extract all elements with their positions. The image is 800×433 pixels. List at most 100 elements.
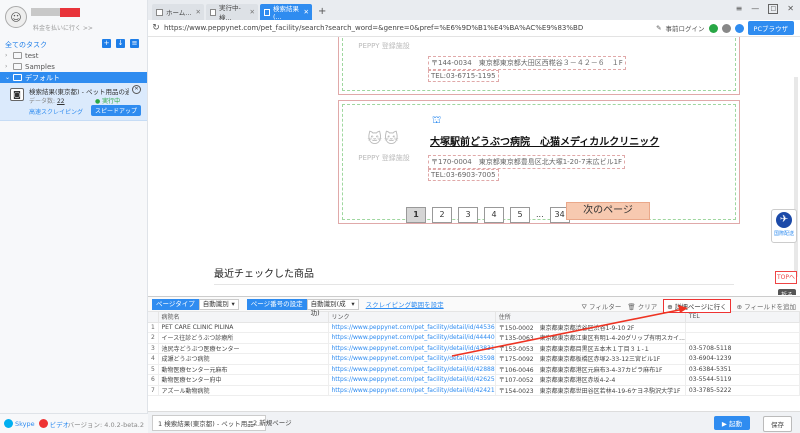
robot-icon: ◙ [10,88,24,101]
table-row[interactable]: 2 イース往診どうぶつ診療所 https://www.peppynet.com/pe… [148,332,800,344]
tab-home[interactable]: ホーム... ✕ [152,4,204,20]
page-button[interactable]: 4 [484,207,504,223]
user-avatar[interactable]: ☺ [5,6,27,28]
table-row[interactable]: 5 動物医療センター元麻布 https://www.peppynet.com/pet… [148,364,800,375]
close-icon[interactable]: ✕ [132,85,141,94]
column-header[interactable]: 病院名 [158,312,329,323]
folder-label: Samples [25,62,55,71]
table-cell: https://www.peppynet.com/pet_facility/de… [328,364,496,375]
info-icon[interactable] [734,23,744,33]
new-task-icon[interactable]: + [102,39,111,48]
table-cell: 5 [148,364,159,375]
page-tab-2[interactable]: 2 新規ページ [248,415,297,431]
page-num-select[interactable]: 自動識別(成功) ▾ [306,298,359,317]
international-shipping-widget[interactable]: ✈ 国際配送 [771,209,797,243]
import-icon[interactable]: ↓ [116,39,125,48]
url-field[interactable]: https://www.peppynet.com/pet_facility/se… [164,24,656,32]
detail-label: 詳細ページに行く [674,303,727,311]
table-row[interactable]: 3 池尻寺どうぶつ医療センター https://www.peppynet.com/p… [148,343,800,354]
clear-button[interactable]: 🗑 クリア [627,301,657,311]
table-cell: https://www.peppynet.com/pet_facility/de… [328,332,496,344]
table-cell: https://www.peppynet.com/pet_facility/de… [328,385,496,396]
browser-area: ホーム... ✕ 実行中-検... ✕ 検索結果(... ✕ + ≡ — □ ✕ ↻ … [148,0,800,433]
skype-label: Skype [15,419,35,428]
scrape-range-link[interactable]: スクレイピング範囲を設定 [366,299,444,309]
table-cell: 03-6904-1239 [685,353,800,365]
add-field-button[interactable]: ⊕ フィールドを追加 [737,301,796,311]
settings-icon[interactable] [721,23,731,33]
close-window-icon[interactable]: ✕ [787,4,794,14]
tree-folder-default[interactable]: ⌄ デフォルト [0,72,147,83]
filter-button[interactable]: ⛛ フィルター [581,301,621,312]
close-icon[interactable]: ✕ [196,8,201,16]
table-row[interactable]: 4 成瀬どうぶつ病院 https://www.peppynet.com/pet_fa… [148,353,800,365]
page-button[interactable]: 3 [458,207,478,223]
reload-icon[interactable]: ↻ [148,23,164,33]
tab-search-result[interactable]: 検索結果(... ✕ [260,4,312,21]
cats-illustration: 🐱🐱 [367,131,401,147]
page-button[interactable]: 1 [406,207,426,223]
tree-folder-test[interactable]: › test [0,50,147,61]
table-cell [685,322,800,333]
pre-login-button[interactable]: 事前ログイン [666,23,705,33]
chevron-right-icon: › [5,52,8,59]
to-top-button[interactable]: TOPへ [775,271,797,284]
facility-name-link[interactable]: 大塚駅前どうぶつ病院 心猫メディカルクリニック [430,133,659,148]
brand-label: PEPPY 登録施設 [358,42,410,50]
tab-running[interactable]: 実行中-検... ✕ [206,4,258,22]
edit-icon[interactable]: ✎ [656,24,661,32]
close-icon[interactable]: ✕ [304,8,309,16]
task-title: 検索結果(東京都) - ペット用品の通販サイ... [29,88,129,96]
upgrade-link[interactable]: 料金を払いに行く >> [33,23,93,32]
menu-icon[interactable]: ≡ [736,4,743,14]
page-button[interactable]: 2 [432,207,452,223]
task-mode: 高速スクレイピング [29,109,84,116]
column-header[interactable]: 住所 [495,312,686,323]
task-toolbar: 全てのタスク + ↓ ≡ [0,38,147,50]
next-page-button[interactable]: 次のページ [566,202,650,220]
video-link[interactable]: ビデオ [38,419,69,429]
sidebar: ☺ 料金を払いに行く >> 全てのタスク + ↓ ≡ › test › Samp… [0,0,148,433]
globe-icon: ✈ [776,212,792,228]
new-tab-button[interactable]: + [314,4,330,20]
panel-toolbar: ページタイプ 自動識別 ▾ ページ番号の設定 自動識別(成功) ▾ スクレイピング範… [148,297,800,317]
speed-up-button[interactable]: スピードアップ [90,105,141,116]
page-button[interactable]: 5 [510,207,530,223]
table-row[interactable]: 6 動物医療センター府中 https://www.peppynet.com/pet_… [148,374,800,386]
status-icon[interactable] [708,23,718,33]
hospital-icon: ⛫ [432,115,442,126]
go-to-detail-page-button[interactable]: ⊕ 詳細ページに行く [663,299,731,313]
close-icon[interactable]: ✕ [250,8,255,16]
save-button[interactable]: 保存 [763,416,792,432]
all-tasks-label[interactable]: 全てのタスク [5,40,47,50]
task-card[interactable]: ◙ 検索結果(東京都) - ペット用品の通販サイ... ✕ データ数: 22 ●… [0,83,147,121]
skype-link[interactable]: Skype [4,419,35,428]
table-cell: https://www.peppynet.com/pet_facility/de… [328,353,496,365]
table-cell: 〒135-0063 東京都東京都江東区有明1-4-20グリップ有明スカイ... [495,332,686,344]
facility-tel: TEL:03-6715-1195 [428,70,499,82]
minimize-icon[interactable]: — [751,4,759,14]
table-cell: 〒150-0002 東京都東京都渋谷区渋谷1-9-10 2F [495,322,686,333]
sidebar-footer: Skype ビデオ バージョン: 4.0.2-beta.2 [0,413,148,433]
page-scrollbar[interactable] [794,77,798,277]
run-button[interactable]: ▶ 起動 [713,416,750,430]
collapse-button[interactable]: 折る [777,289,796,295]
pc-browser-dropdown[interactable]: PCブラウザ [747,21,794,35]
tree-folder-samples[interactable]: › Samples [0,61,147,72]
facility-thumbnail: PEPPY 登録施設 [349,37,419,95]
data-count-value[interactable]: 22 [57,98,65,105]
sort-icon[interactable]: ≡ [130,39,139,48]
table-cell: 7 [148,385,159,396]
tab-label: ホーム... [166,9,192,17]
column-header[interactable]: リンク [328,312,496,323]
skype-icon [4,419,13,428]
chevron-down-icon: ▾ [231,299,235,308]
column-header[interactable]: TEL [685,312,800,323]
table-cell: 1 [148,322,159,333]
table-cell: 成瀬どうぶつ病院 [158,353,329,365]
maximize-icon[interactable]: □ [768,4,779,14]
table-row[interactable]: 1 PET CARE CLINIC PILINA https://www.peppy… [148,322,800,333]
table-row[interactable]: 7 アズール動物病院 https://www.peppynet.com/pet_fa… [148,385,800,396]
page-type-select[interactable]: 自動識別 ▾ [198,298,239,310]
widget-label: 国際配送 [773,231,794,237]
